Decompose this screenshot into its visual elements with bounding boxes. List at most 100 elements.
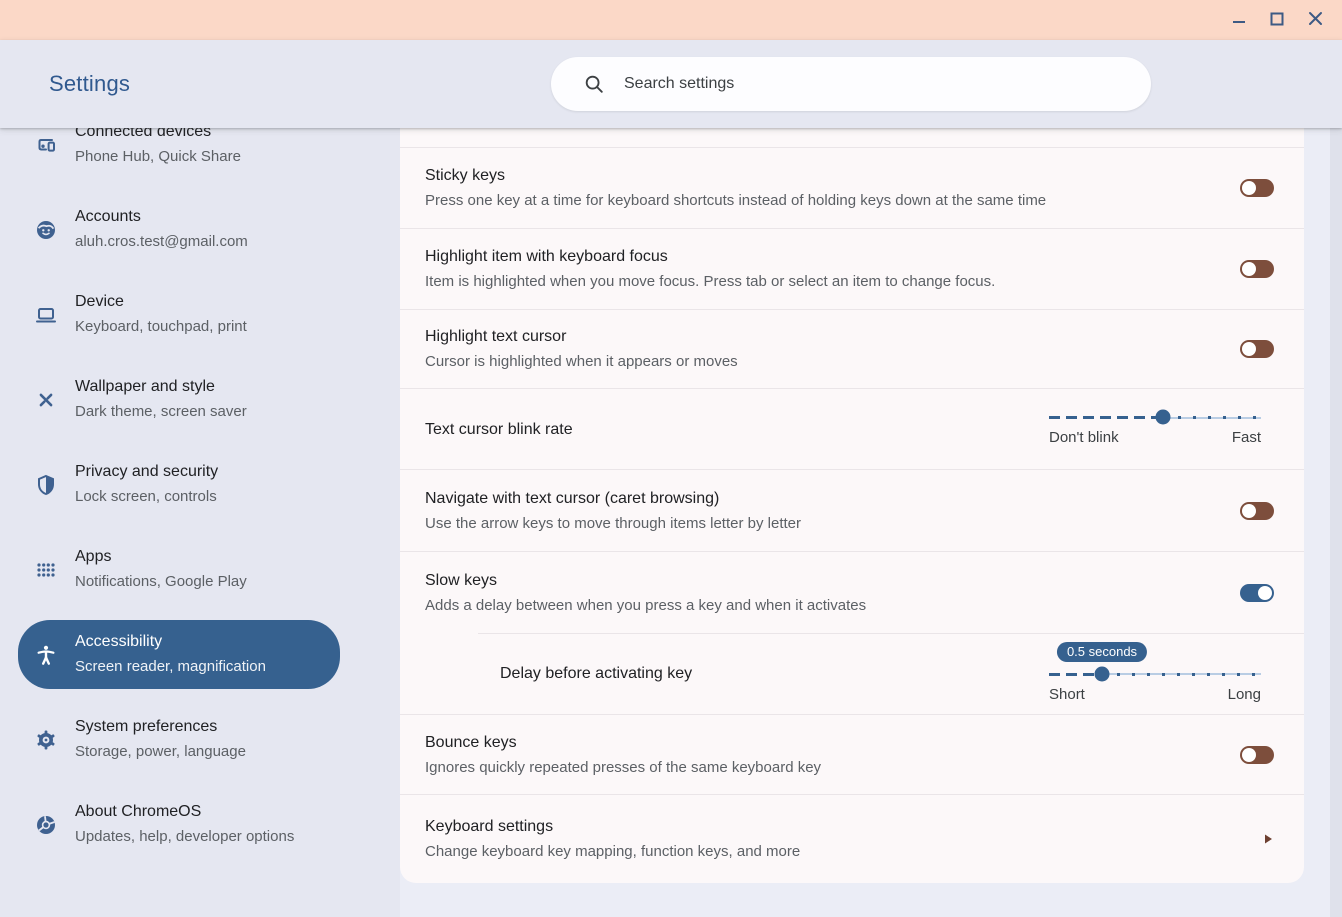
sidebar-item-label: Connected devices (75, 128, 212, 140)
search-bar[interactable] (551, 57, 1151, 111)
highlight-text-cursor-toggle[interactable] (1240, 340, 1274, 358)
slider-max-label: Fast (1231, 429, 1261, 446)
sidebar-item-sublabel: Storage, power, language (75, 743, 246, 760)
account-icon (34, 218, 58, 242)
row-slow-keys: Slow keys Adds a delay between when you … (400, 552, 1304, 633)
slider-min-label: Short (1049, 685, 1085, 703)
delay-slider: 0.5 seconds Short Long (1049, 641, 1261, 706)
row-highlight-keyboard-focus: Highlight item with keyboard focus Item … (400, 229, 1304, 310)
row-subtitle: Ignores quickly repeated presses of the … (425, 758, 822, 776)
shield-icon (34, 473, 58, 497)
slider-knob[interactable] (1094, 666, 1110, 681)
row-slow-keys-delay: Delay before activating key 0.5 seconds … (400, 633, 1304, 715)
slow-keys-toggle[interactable] (1240, 583, 1274, 602)
sidebar-item-privacy[interactable]: Privacy and security Lock screen, contro… (18, 450, 340, 519)
toggle-knob (1242, 503, 1256, 518)
sidebar-item-label: Device (75, 293, 124, 310)
window-titlebar (0, 0, 1342, 40)
row-subtitle: Cursor is highlighted when it appears or… (425, 353, 738, 370)
sidebar-item-sublabel: Screen reader, magnification (75, 658, 266, 675)
maximize-icon (1269, 11, 1285, 30)
minimize-icon (1231, 11, 1247, 30)
search-input[interactable] (624, 75, 1104, 93)
minimize-button[interactable] (1220, 4, 1258, 36)
row-title: Bounce keys (425, 733, 517, 751)
sidebar-item-sublabel: Updates, help, developer options (75, 828, 295, 845)
sidebar-item-label: Accessibility (75, 633, 163, 650)
sidebar-item-sublabel: Lock screen, controls (75, 488, 217, 505)
toggle-knob (1242, 342, 1256, 356)
toggle-knob (1242, 747, 1256, 762)
toggle-knob (1242, 262, 1256, 276)
scrollbar-track[interactable] (1330, 128, 1342, 917)
row-title: Keyboard settings (425, 818, 554, 835)
slider-track[interactable] (1049, 666, 1261, 682)
row-title: Sticky keys (425, 167, 506, 184)
row-title: Delay before activating key (500, 665, 693, 682)
slider-value-badge: 0.5 seconds (1056, 641, 1148, 662)
sidebar-item-accessibility[interactable]: Accessibility Screen reader, magnificati… (18, 620, 340, 689)
laptop-icon (34, 303, 58, 327)
row-title: Navigate with text cursor (caret browsin… (425, 489, 720, 507)
sidebar-item-about-chromeos[interactable]: About ChromeOS Updates, help, developer … (18, 790, 340, 859)
sidebar-item-connected-devices[interactable]: Connected devices Phone Hub, Quick Share (18, 128, 340, 179)
row-text-cursor-blink-rate: Text cursor blink rate Don't blink Fast (400, 389, 1304, 470)
caret-browsing-toggle[interactable] (1240, 501, 1274, 520)
close-button[interactable] (1296, 4, 1334, 36)
sidebar-list: Connected devices Phone Hub, Quick Share… (0, 128, 400, 859)
slider-min-label: Don't blink (1049, 429, 1119, 446)
settings-main: Sticky keys Press one key at a time for … (400, 128, 1342, 917)
row-sticky-keys: Sticky keys Press one key at a time for … (400, 148, 1304, 229)
sidebar-item-system-preferences[interactable]: System preferences Storage, power, langu… (18, 705, 340, 774)
row-title: Highlight text cursor (425, 328, 567, 345)
devices-icon (34, 133, 58, 157)
toggle-knob (1242, 181, 1256, 195)
maximize-button[interactable] (1258, 4, 1296, 36)
sidebar-item-label: Wallpaper and style (75, 378, 215, 395)
apps-grid-icon (34, 558, 58, 582)
sidebar-item-sublabel: Keyboard, touchpad, print (75, 318, 247, 335)
wallpaper-icon (34, 388, 58, 412)
scrolled-row-remnant (400, 128, 1304, 148)
sticky-keys-toggle[interactable] (1240, 179, 1274, 197)
accessibility-icon (34, 643, 58, 667)
sidebar-item-sublabel: Phone Hub, Quick Share (75, 148, 241, 165)
search-icon (583, 73, 605, 95)
gear-icon (34, 728, 58, 752)
row-title: Highlight item with keyboard focus (425, 248, 668, 265)
row-bounce-keys: Bounce keys Ignores quickly repeated pre… (400, 715, 1304, 795)
row-subtitle: Press one key at a time for keyboard sho… (425, 192, 1047, 209)
highlight-keyboard-focus-toggle[interactable] (1240, 260, 1274, 278)
sidebar-item-label: Privacy and security (75, 463, 219, 480)
sidebar-item-device[interactable]: Device Keyboard, touchpad, print (18, 280, 340, 349)
sidebar-item-sublabel: aluh.cros.test@gmail.com (75, 233, 248, 250)
sidebar-nav: Connected devices Phone Hub, Quick Share… (0, 128, 400, 917)
chrome-icon (34, 813, 58, 837)
slider-max-label: Long (1227, 685, 1261, 703)
sidebar-item-apps[interactable]: Apps Notifications, Google Play (18, 535, 340, 604)
sidebar-item-accounts[interactable]: Accounts aluh.cros.test@gmail.com (18, 195, 340, 264)
page-title: Settings (49, 71, 131, 96)
keyboard-accessibility-card: Sticky keys Press one key at a time for … (400, 128, 1304, 883)
row-subtitle: Adds a delay between when you press a ke… (425, 596, 867, 614)
sidebar-item-label: System preferences (75, 718, 218, 735)
settings-header: Settings (0, 40, 1342, 128)
sidebar-item-label: About ChromeOS (75, 803, 202, 820)
row-subtitle: Use the arrow keys to move through items… (425, 514, 801, 532)
close-icon (1307, 10, 1324, 30)
sidebar-item-sublabel: Notifications, Google Play (75, 573, 247, 590)
row-subtitle: Item is highlighted when you move focus.… (425, 273, 996, 290)
bounce-keys-toggle[interactable] (1240, 745, 1274, 764)
row-keyboard-settings[interactable]: Keyboard settings Change keyboard key ma… (400, 795, 1304, 883)
slider-track[interactable] (1049, 409, 1261, 425)
row-caret-browsing: Navigate with text cursor (caret browsin… (400, 470, 1304, 552)
sidebar-item-wallpaper[interactable]: Wallpaper and style Dark theme, screen s… (18, 365, 340, 434)
row-title: Text cursor blink rate (425, 420, 573, 438)
row-title: Slow keys (425, 571, 498, 589)
sidebar-item-sublabel: Dark theme, screen saver (75, 403, 247, 420)
sidebar-item-label: Apps (75, 548, 112, 565)
row-highlight-text-cursor: Highlight text cursor Cursor is highligh… (400, 310, 1304, 389)
slider-knob[interactable] (1155, 409, 1171, 425)
row-subtitle: Change keyboard key mapping, function ke… (425, 843, 801, 860)
sidebar-item-label: Accounts (75, 208, 141, 225)
